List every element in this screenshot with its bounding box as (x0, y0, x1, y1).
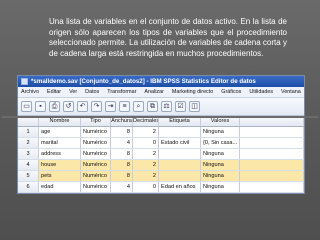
cell-etiqueta[interactable] (159, 171, 201, 181)
cell-valores[interactable]: Ninguna (201, 149, 240, 159)
find-icon[interactable]: ⌕ (133, 101, 144, 112)
menu-item[interactable]: Ventana (281, 89, 301, 95)
spss-data-editor-window: *smalldemo.sav [Conjunto_de_datos2] - IB… (17, 75, 305, 194)
table-row[interactable]: 6 edad Numérico 4 0 Edad en años Ninguna (18, 182, 304, 193)
cell-filler[interactable] (240, 182, 304, 192)
toolbar: ▭ ▪ ⎙ ↺ ↶ ↷ ⇥ ≡ ⌕ ⧉ ⚖ ☑ ◫ (18, 98, 304, 116)
cell-tipo[interactable]: Numérico (81, 127, 111, 137)
cell-tipo[interactable]: Numérico (81, 160, 111, 170)
value-labels-icon[interactable]: ◫ (189, 101, 200, 112)
cell-anchura[interactable]: 4 (111, 138, 133, 148)
cell-tipo[interactable]: Numérico (81, 182, 111, 192)
cell-valores[interactable]: {0, Sin casa... (201, 138, 240, 148)
row-number: 5 (18, 171, 39, 181)
slide-divider (2, 116, 318, 118)
open-icon[interactable]: ▭ (21, 101, 32, 112)
row-number: 3 (18, 149, 39, 159)
weight-icon[interactable]: ⚖ (161, 101, 172, 112)
cell-etiqueta[interactable]: Estado civil (159, 138, 201, 148)
redo-icon[interactable]: ↷ (91, 101, 102, 112)
cell-nombre[interactable]: age (39, 127, 81, 137)
table-row[interactable]: 1 age Numérico 8 2 Ninguna (18, 127, 304, 138)
save-icon[interactable]: ▪ (35, 101, 46, 112)
cell-nombre[interactable]: pets (39, 171, 81, 181)
recall-icon[interactable]: ↺ (63, 101, 74, 112)
cell-etiqueta[interactable] (159, 160, 201, 170)
row-number: 4 (18, 160, 39, 170)
menu-item[interactable]: Archivo (21, 89, 39, 95)
table-row[interactable]: 3 address Numérico 8 2 Ninguna (18, 149, 304, 160)
cell-decimales[interactable]: 2 (133, 149, 159, 159)
goto-icon[interactable]: ⇥ (105, 101, 116, 112)
menu-item[interactable]: Transformar (107, 89, 136, 95)
cell-decimales[interactable]: 0 (133, 182, 159, 192)
cell-filler[interactable] (240, 138, 304, 148)
cell-tipo[interactable]: Numérico (81, 138, 111, 148)
cell-decimales[interactable]: 2 (133, 127, 159, 137)
menu-item[interactable]: Datos (85, 89, 99, 95)
cell-anchura[interactable]: 8 (111, 171, 133, 181)
caption-text: Una lista de variables en el conjunto de… (49, 17, 287, 58)
cell-etiqueta[interactable] (159, 127, 201, 137)
cell-decimales[interactable]: 2 (133, 171, 159, 181)
row-number: 2 (18, 138, 39, 148)
cell-etiqueta[interactable] (159, 149, 201, 159)
menu-item[interactable]: Ver (69, 89, 77, 95)
cell-nombre[interactable]: house (39, 160, 81, 170)
cell-valores[interactable]: Ninguna (201, 127, 240, 137)
cell-tipo[interactable]: Numérico (81, 149, 111, 159)
cell-tipo[interactable]: Numérico (81, 171, 111, 181)
cell-anchura[interactable]: 4 (111, 182, 133, 192)
cell-filler[interactable] (240, 149, 304, 159)
cell-nombre[interactable]: marital (39, 138, 81, 148)
menu-item[interactable]: Marketing directo (172, 89, 213, 95)
select-icon[interactable]: ☑ (175, 101, 186, 112)
window-title: *smalldemo.sav [Conjunto_de_datos2] - IB… (31, 78, 256, 85)
cell-decimales[interactable]: 0 (133, 138, 159, 148)
cell-etiqueta[interactable]: Edad en años (159, 182, 201, 192)
cell-nombre[interactable]: edad (39, 182, 81, 192)
table-row[interactable]: 5 pets Numérico 8 2 Ninguna (18, 171, 304, 182)
row-number: 1 (18, 127, 39, 137)
app-icon (21, 78, 28, 85)
variables-icon[interactable]: ≡ (119, 101, 130, 112)
cell-decimales[interactable]: 2 (133, 160, 159, 170)
menu-bar: Archivo Editar Ver Datos Transformar Analizar… (18, 87, 304, 98)
table-row[interactable]: 4 house Numérico 8 2 Ninguna (18, 160, 304, 171)
cell-filler[interactable] (240, 160, 304, 170)
menu-item[interactable]: Analizar (144, 89, 163, 95)
cell-valores[interactable]: Ninguna (201, 160, 240, 170)
cell-valores[interactable]: Ninguna (201, 171, 240, 181)
cell-anchura[interactable]: 8 (111, 160, 133, 170)
menu-item[interactable]: Editar (47, 89, 61, 95)
cell-anchura[interactable]: 8 (111, 127, 133, 137)
cell-nombre[interactable]: address (39, 149, 81, 159)
split-icon[interactable]: ⧉ (147, 101, 158, 112)
variable-view-grid: Nombre Tipo Anchura Decimales Etiqueta V… (18, 116, 304, 193)
menu-item[interactable]: Gráficos (221, 89, 241, 95)
menu-item[interactable]: Utilidades (249, 89, 273, 95)
cell-filler[interactable] (240, 171, 304, 181)
row-number: 6 (18, 182, 39, 192)
cell-valores[interactable]: Ninguna (201, 182, 240, 192)
undo-icon[interactable]: ↶ (77, 101, 88, 112)
cell-anchura[interactable]: 8 (111, 149, 133, 159)
cell-filler[interactable] (240, 127, 304, 137)
table-row[interactable]: 2 marital Numérico 4 0 Estado civil {0, Sin ca… (18, 138, 304, 149)
window-titlebar[interactable]: *smalldemo.sav [Conjunto_de_datos2] - IB… (18, 76, 304, 87)
print-icon[interactable]: ⎙ (49, 101, 60, 112)
